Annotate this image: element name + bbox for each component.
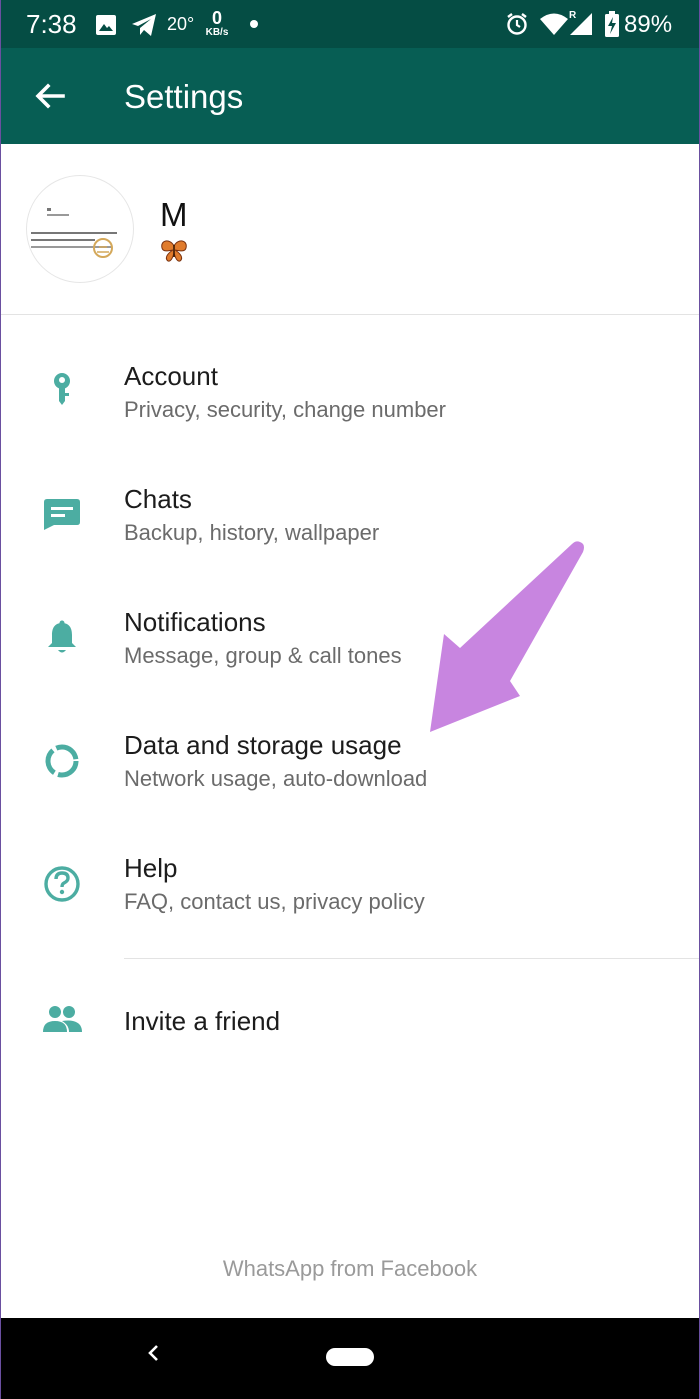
- status-bar: 7:38 20° 0 KB/s R 89%: [0, 0, 700, 48]
- settings-item-notifications[interactable]: Notifications Message, group & call tone…: [0, 578, 700, 688]
- settings-item-subtitle: Backup, history, wallpaper: [124, 520, 380, 545]
- settings-item-chats[interactable]: Chats Backup, history, wallpaper: [0, 455, 700, 565]
- butterfly-icon: [161, 240, 187, 262]
- settings-item-subtitle: FAQ, contact us, privacy policy: [124, 889, 425, 914]
- settings-item-subtitle: Privacy, security, change number: [124, 397, 446, 422]
- status-time: 7:38: [26, 9, 77, 39]
- data-usage-icon: [45, 744, 79, 778]
- signal-icon: R: [569, 10, 592, 35]
- alarm-icon: [507, 13, 527, 35]
- wifi-icon: [540, 13, 568, 35]
- settings-item-title: Account: [124, 361, 218, 391]
- arrow-left-icon[interactable]: [30, 76, 70, 116]
- net-speed-value: 0: [211, 8, 222, 28]
- navigation-bar: [0, 1318, 700, 1399]
- people-icon: [43, 1006, 82, 1032]
- settings-item-account[interactable]: Account Privacy, security, change number: [0, 332, 700, 442]
- help-icon: [44, 866, 80, 902]
- settings-item-title: Invite a friend: [124, 1006, 281, 1036]
- net-speed-unit: KB/s: [205, 27, 229, 38]
- settings-item-subtitle: Message, group & call tones: [124, 643, 402, 668]
- svg-text:R: R: [569, 10, 577, 21]
- help-divider: [124, 958, 700, 959]
- key-icon: [54, 373, 70, 405]
- settings-item-data-storage[interactable]: Data and storage usage Network usage, au…: [0, 701, 700, 811]
- profile-name: M: [160, 196, 188, 233]
- settings-item-title: Chats: [124, 484, 192, 514]
- settings-item-invite[interactable]: Invite a friend: [0, 966, 700, 1076]
- settings-item-help[interactable]: Help FAQ, contact us, privacy policy: [0, 824, 700, 934]
- settings-item-subtitle: Network usage, auto-download: [124, 766, 428, 791]
- status-temperature: 20°: [167, 14, 195, 34]
- battery-charging-icon: [605, 11, 619, 37]
- nav-back-icon[interactable]: [143, 1340, 163, 1366]
- bell-icon: [48, 620, 76, 653]
- app-bar: Settings: [0, 48, 700, 144]
- settings-item-title: Data and storage usage: [124, 730, 402, 760]
- profile-divider: [0, 314, 700, 315]
- notification-dot-icon: [250, 20, 258, 28]
- telegram-icon: [132, 14, 156, 36]
- battery-percentage: 89%: [624, 11, 673, 38]
- chat-icon: [44, 499, 80, 530]
- page-title: Settings: [124, 78, 244, 115]
- avatar-image: [31, 208, 117, 258]
- avatar[interactable]: [26, 175, 134, 283]
- profile-section[interactable]: M: [0, 144, 700, 314]
- nav-home-button[interactable]: [326, 1348, 374, 1366]
- status-net-speed: 0 KB/s: [203, 9, 231, 38]
- image-icon: [96, 15, 116, 35]
- settings-item-title: Notifications: [124, 607, 266, 637]
- annotation-arrow: [430, 541, 584, 732]
- settings-item-title: Help: [124, 853, 178, 883]
- footer-text: WhatsApp from Facebook: [222, 1256, 478, 1281]
